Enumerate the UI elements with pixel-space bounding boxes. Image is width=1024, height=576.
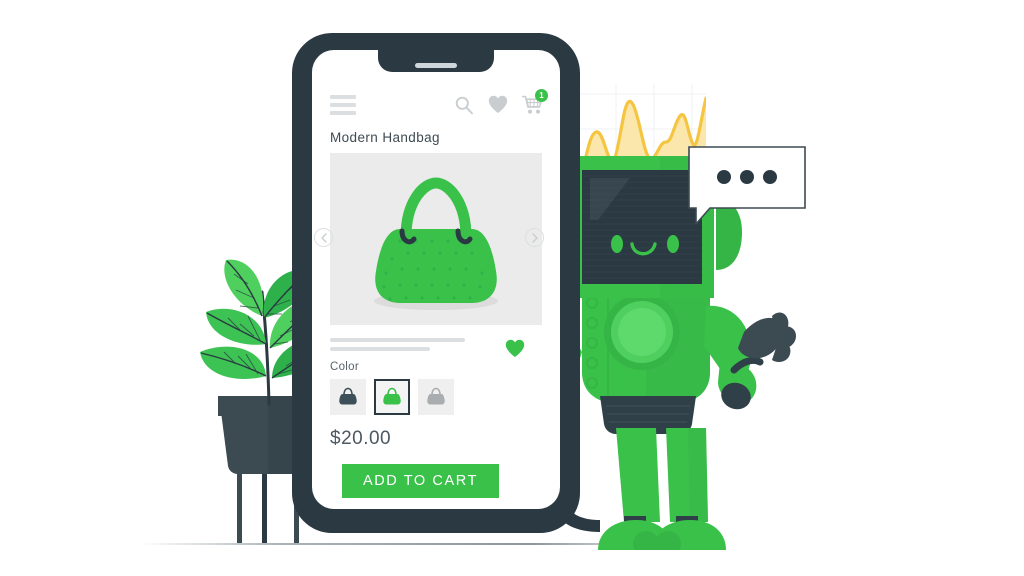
phone-speaker: [415, 63, 457, 68]
color-label: Color: [330, 361, 359, 373]
placeholder-line: [330, 338, 465, 342]
hamburger-bar: [330, 111, 356, 115]
hamburger-bar: [330, 103, 356, 107]
robot-left-eye: [611, 235, 623, 253]
app-header: 1: [312, 88, 560, 122]
speech-bubble: [688, 146, 806, 224]
illustration-scene: 1 Modern Handbag Color $20.00 ADD TO CAR…: [0, 0, 1024, 576]
typing-dot: [740, 170, 754, 184]
hamburger-bar: [330, 95, 356, 99]
typing-dot: [717, 170, 731, 184]
color-swatch-green[interactable]: [374, 379, 410, 415]
placeholder-line: [330, 347, 430, 351]
robot-right-eye: [667, 235, 679, 253]
phone-notch: [378, 50, 494, 72]
description-placeholder: [330, 338, 465, 356]
smartphone-mockup: 1 Modern Handbag Color $20.00 ADD TO CAR…: [292, 33, 580, 533]
phone-screen: 1 Modern Handbag Color $20.00 ADD TO CAR…: [312, 50, 560, 509]
cart-count-badge: 1: [535, 89, 548, 102]
heart-icon[interactable]: [488, 95, 508, 115]
color-swatch-dark-slate[interactable]: [330, 379, 366, 415]
search-icon[interactable]: [454, 95, 474, 115]
color-swatches: [330, 379, 454, 415]
hamburger-icon[interactable]: [330, 95, 356, 115]
favorite-heart-icon[interactable]: [505, 339, 525, 359]
product-title: Modern Handbag: [330, 130, 440, 145]
add-to-cart-button[interactable]: ADD TO CART: [342, 464, 499, 498]
typing-dot: [763, 170, 777, 184]
color-swatch-gray[interactable]: [418, 379, 454, 415]
gallery-next-button[interactable]: [525, 228, 544, 247]
product-gallery: [330, 153, 542, 325]
header-actions: 1: [454, 89, 548, 115]
product-price: $20.00: [330, 428, 392, 449]
shopping-cart-icon[interactable]: 1: [522, 89, 548, 115]
gallery-prev-button[interactable]: [314, 228, 333, 247]
